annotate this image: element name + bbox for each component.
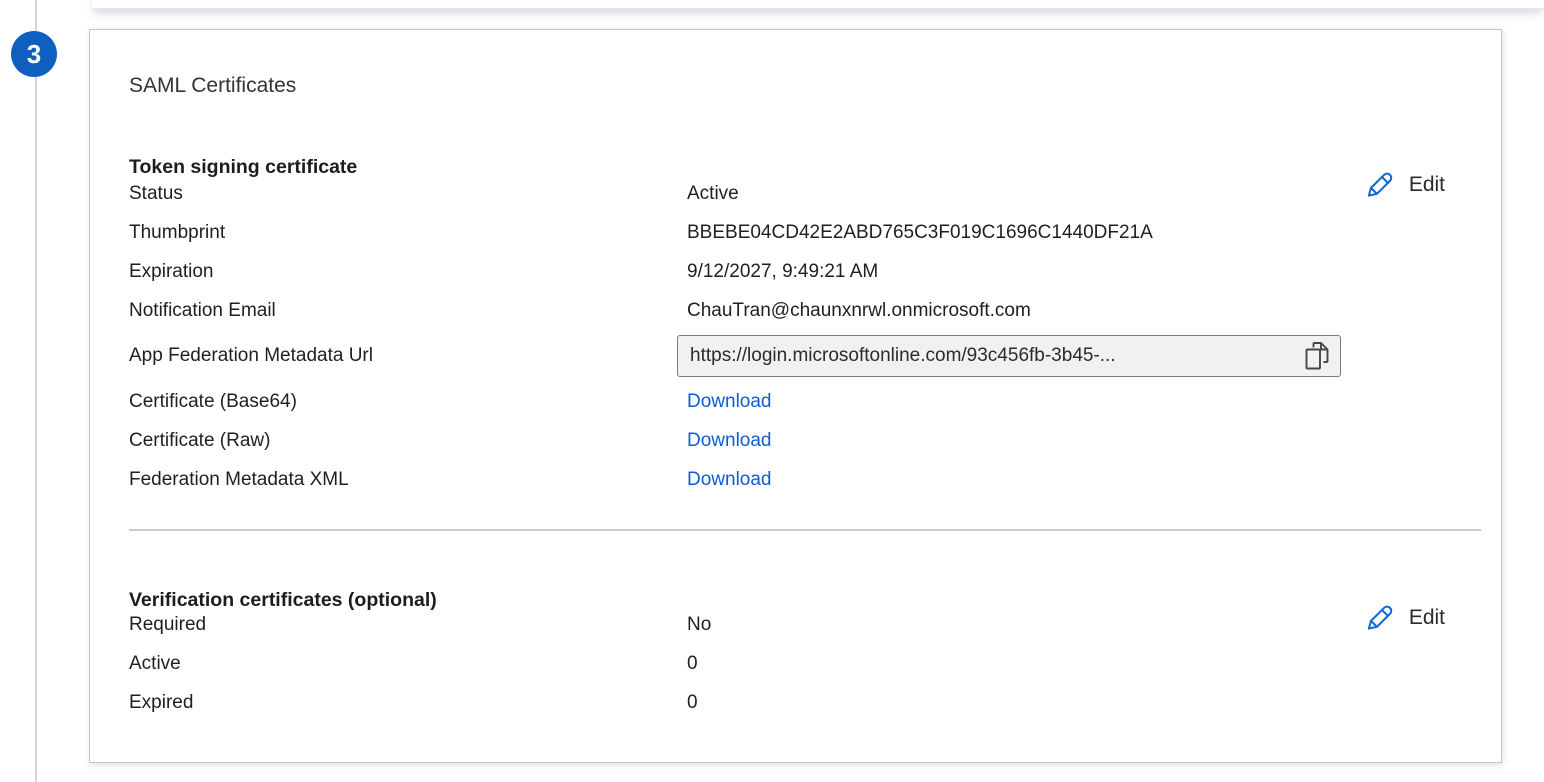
field-label: Expired (129, 692, 687, 714)
expired-count-value: 0 (687, 692, 698, 714)
page: 3 SAML Certificates Token signing certif… (0, 0, 1544, 782)
download-federation-metadata-xml-link[interactable]: Download (687, 469, 772, 491)
active-count-value: 0 (687, 653, 698, 675)
app-federation-metadata-url-row: App Federation Metadata Url https://logi… (129, 330, 1463, 382)
step-connector-line (35, 0, 37, 782)
active-count-row: Active 0 (129, 644, 1463, 683)
section-divider (129, 529, 1481, 531)
step-number: 3 (27, 39, 41, 70)
field-label: Certificate (Base64) (129, 391, 687, 413)
certificate-base64-row: Certificate (Base64) Download (129, 382, 1463, 421)
federation-metadata-xml-row: Federation Metadata XML Download (129, 460, 1463, 499)
field-label: App Federation Metadata Url (129, 345, 687, 367)
previous-card-bottom-edge (92, 0, 1544, 9)
status-row: Status Active (129, 174, 1463, 213)
thumbprint-row: Thumbprint BBEBE04CD42E2ABD765C3F019C169… (129, 213, 1463, 252)
token-signing-fields: Status Active Thumbprint BBEBE04CD42E2AB… (129, 174, 1463, 499)
card-title: SAML Certificates (129, 74, 296, 98)
required-value: No (687, 614, 711, 636)
notification-email-row: Notification Email ChauTran@chaunxnrwl.o… (129, 291, 1463, 330)
certificate-raw-row: Certificate (Raw) Download (129, 421, 1463, 460)
field-label: Certificate (Raw) (129, 430, 687, 452)
notification-email-value: ChauTran@chaunxnrwl.onmicrosoft.com (687, 300, 1031, 322)
verification-fields: Required No Active 0 Expired 0 (129, 605, 1463, 722)
expired-count-row: Expired 0 (129, 683, 1463, 722)
expiration-value: 9/12/2027, 9:49:21 AM (687, 261, 878, 283)
field-label: Expiration (129, 261, 687, 283)
metadata-url-text: https://login.microsoftonline.com/93c456… (690, 345, 1296, 367)
saml-certificates-card: SAML Certificates Token signing certific… (89, 29, 1502, 763)
field-label: Required (129, 614, 687, 636)
metadata-url-copy-box[interactable]: https://login.microsoftonline.com/93c456… (677, 335, 1341, 377)
field-label: Federation Metadata XML (129, 469, 687, 491)
copy-icon[interactable] (1296, 341, 1330, 371)
status-value: Active (687, 183, 739, 205)
field-label: Notification Email (129, 300, 687, 322)
download-certificate-base64-link[interactable]: Download (687, 391, 772, 413)
field-label: Active (129, 653, 687, 675)
field-label: Status (129, 183, 687, 205)
download-certificate-raw-link[interactable]: Download (687, 430, 772, 452)
expiration-row: Expiration 9/12/2027, 9:49:21 AM (129, 252, 1463, 291)
step-number-badge: 3 (11, 31, 57, 77)
thumbprint-value: BBEBE04CD42E2ABD765C3F019C1696C1440DF21A (687, 222, 1153, 244)
required-row: Required No (129, 605, 1463, 644)
field-label: Thumbprint (129, 222, 687, 244)
